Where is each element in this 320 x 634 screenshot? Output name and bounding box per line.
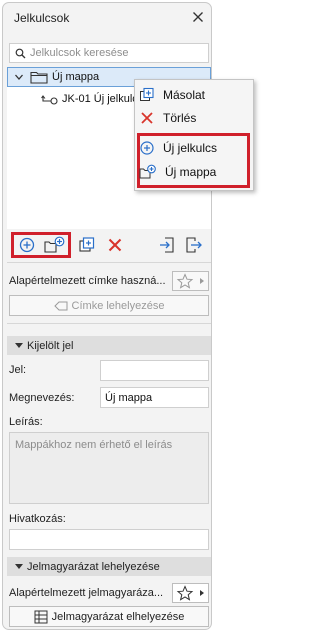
place-label-text: Címke lehelyezése [71, 299, 165, 312]
label-tag-icon [53, 301, 68, 311]
new-folder-button[interactable] [44, 236, 66, 254]
search-input[interactable]: Jelkulcsok keresése [9, 43, 209, 63]
context-menu: Másolat Törlés Új jelkulcs Új mappa [134, 79, 254, 191]
duplicate-icon [140, 87, 154, 101]
tree-toolbar [7, 232, 211, 258]
delete-x-icon [108, 238, 122, 252]
ref-input[interactable] [9, 529, 209, 550]
tree-item-label: JK-01 Új jelkulcs [62, 93, 144, 105]
search-icon [15, 48, 26, 59]
search-placeholder: Jelkulcsok keresése [30, 47, 129, 59]
collapse-triangle-icon [15, 343, 23, 348]
duplicate-button[interactable] [78, 236, 96, 254]
import-icon [160, 237, 174, 253]
star-icon [176, 273, 204, 289]
add-circle-icon [140, 141, 154, 155]
menu-item-new-folder[interactable]: Új mappa [139, 161, 251, 183]
delete-button[interactable] [106, 236, 124, 254]
duplicate-icon [79, 237, 95, 252]
legend-section-header[interactable]: Jelmagyarázat lehelyezése [7, 557, 211, 576]
delete-x-icon [141, 112, 153, 124]
name-label: Megnevezés: [9, 392, 75, 404]
default-legend-field[interactable]: Alapértelmezett jelmagyaráza... [9, 587, 163, 599]
menu-item-new-jelkulcs[interactable]: Új jelkulcs [139, 137, 251, 159]
close-icon[interactable] [190, 9, 206, 25]
folder-add-icon [139, 164, 156, 179]
export-icon [186, 237, 202, 253]
menu-item-new-jelkulcs-label: Új jelkulcs [163, 141, 218, 155]
menu-item-delete-label: Törlés [163, 111, 197, 125]
legend-section-title: Jelmagyarázat lehelyezése [27, 560, 160, 573]
jel-input[interactable] [100, 360, 209, 381]
menu-item-duplicate-label: Másolat [163, 88, 206, 102]
divider [7, 323, 211, 324]
divider [7, 262, 211, 263]
desc-textarea: Mappákhoz nem érhető el leírás [9, 432, 209, 504]
menu-item-delete[interactable]: Törlés [139, 107, 251, 129]
add-circle-icon [19, 237, 35, 253]
import-button[interactable] [158, 236, 176, 254]
key-marker-icon [41, 93, 59, 105]
legend-style-picker[interactable] [172, 583, 209, 603]
ref-label: Hivatkozás: [9, 513, 66, 525]
jel-label: Jel: [9, 364, 27, 376]
menu-item-duplicate[interactable]: Másolat [139, 84, 251, 106]
collapse-triangle-icon [15, 564, 23, 569]
place-label-button[interactable]: Címke lehelyezése [9, 295, 209, 316]
default-label-field[interactable]: Alapértelmezett címke haszná... [9, 275, 166, 287]
name-input[interactable]: Új mappa [100, 387, 209, 408]
selected-section-title: Kijelölt jel [27, 339, 74, 352]
star-icon [176, 585, 204, 601]
legend-table-icon [34, 610, 48, 624]
folder-icon [30, 70, 48, 84]
new-jelkulcs-button[interactable] [18, 236, 36, 254]
tree-folder-label: Új mappa [52, 71, 100, 83]
export-button[interactable] [185, 236, 203, 254]
desc-label: Leírás: [9, 416, 43, 428]
chevron-down-icon[interactable] [14, 72, 24, 82]
panel-title: Jelkulcsok [14, 11, 70, 25]
place-legend-button[interactable]: Jelmagyarázat elhelyezése [9, 606, 209, 627]
selected-section-header[interactable]: Kijelölt jel [7, 336, 211, 355]
folder-add-icon [44, 236, 65, 253]
label-style-picker[interactable] [172, 271, 209, 291]
menu-item-new-folder-label: Új mappa [165, 165, 217, 179]
place-legend-text: Jelmagyarázat elhelyezése [51, 610, 185, 623]
